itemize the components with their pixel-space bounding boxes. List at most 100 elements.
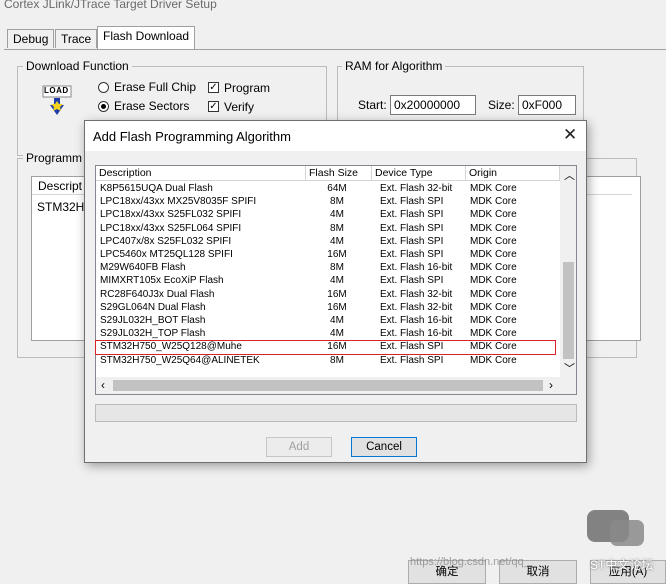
algorithm-row[interactable]: S29GL064N Dual Flash 16M Ext. Flash 32-bit… [96, 301, 560, 314]
row-size: 4M [330, 209, 344, 221]
add-button[interactable]: Add [266, 437, 332, 457]
scroll-right-icon[interactable]: › [549, 378, 553, 392]
column-flash-size[interactable]: Flash Size [306, 166, 372, 181]
row-origin: MDK Core [470, 209, 517, 221]
row-origin: MDK Core [470, 262, 517, 274]
progress-bar [95, 404, 577, 422]
erase-full-chip-label: Erase Full Chip [114, 80, 197, 94]
row-description: MIMXRT105x EcoXiP Flash [100, 275, 224, 287]
row-size: 8M [330, 262, 344, 274]
row-size: 16M [327, 288, 347, 300]
row-origin: MDK Core [470, 275, 517, 287]
tab-flash-download[interactable]: Flash Download [97, 26, 196, 50]
row-description: RC28F640J3x Dual Flash [100, 288, 215, 300]
algorithm-row[interactable]: S29JL032H_TOP Flash 4M Ext. Flash 16-bit MD… [96, 327, 560, 340]
ram-start-input[interactable]: 0x20000000 [390, 95, 476, 115]
row-type: Ext. Flash 32-bit [380, 288, 453, 300]
row-type: Ext. Flash SPI [380, 222, 444, 234]
row-description: STM32H750_W25Q64@ALINETEK [100, 354, 260, 366]
row-description: LPC18xx/43xx S25FL032 SPIFI [100, 209, 242, 221]
algorithm-row[interactable]: M29W640FB Flash 8M Ext. Flash 16-bit MDK Co… [96, 261, 560, 274]
ram-size-input[interactable]: 0xF000 [518, 95, 576, 115]
programming-algorithm-title: Programm [23, 151, 86, 165]
algorithm-row[interactable]: LPC407x/8x S25FL032 SPIFI 4M Ext. Flash SP… [96, 235, 560, 248]
algorithm-row[interactable]: LPC18xx/43xx S25FL032 SPIFI 4M Ext. Flash … [96, 208, 560, 221]
row-description: LPC5460x MT25QL128 SPIFI [100, 249, 233, 260]
algorithm-list[interactable]: Description Flash Size Device Type Origi… [95, 165, 577, 395]
horizontal-scroll-thumb[interactable] [113, 380, 543, 391]
row-size: 4M [330, 315, 344, 326]
horizontal-scrollbar[interactable]: ‹ › [96, 377, 576, 394]
algorithm-row[interactable]: LPC5460x MT25QL128 SPIFI 16M Ext. Flash SP… [96, 248, 560, 261]
program-checkbox[interactable]: ✓ [208, 82, 219, 93]
row-origin: MDK Core [470, 196, 517, 208]
verify-checkbox[interactable]: ✓ [208, 101, 219, 112]
verify-label: Verify [224, 100, 255, 114]
row-type: Ext. Flash SPI [380, 249, 444, 260]
row-type: Ext. Flash SPI [380, 196, 444, 208]
close-icon[interactable]: ✕ [563, 126, 577, 143]
vertical-scrollbar[interactable]: ︿ ﹀ [560, 166, 576, 377]
scroll-down-icon[interactable]: ﹀ [564, 360, 575, 376]
row-size: 16M [327, 249, 347, 260]
watermark-brand: ST中文论坛 [590, 558, 654, 572]
row-type: Ext. Flash SPI [380, 209, 444, 221]
tab-divider [4, 49, 666, 50]
row-origin: MDK Core [470, 315, 517, 326]
tab-trace[interactable]: Trace [55, 29, 98, 48]
row-description: S29JL032H_TOP Flash [100, 328, 206, 340]
row-size: 8M [330, 196, 344, 208]
cancel-button[interactable]: Cancel [351, 437, 417, 457]
tab-debug[interactable]: Debug [7, 29, 55, 48]
row-type: Ext. Flash 16-bit [380, 328, 453, 340]
row-description: S29GL064N Dual Flash [100, 301, 206, 313]
row-size: 8M [330, 354, 344, 366]
download-function-title: Download Function [23, 59, 132, 73]
column-origin[interactable]: Origin [466, 166, 560, 181]
row-type: Ext. Flash SPI [380, 235, 444, 247]
row-origin: MDK Core [470, 183, 517, 194]
row-size: 64M [327, 183, 347, 194]
row-origin: MDK Core [470, 249, 517, 260]
ram-size-label: Size: [488, 98, 515, 112]
row-origin: MDK Core [470, 301, 517, 313]
ram-start-label: Start: [358, 98, 387, 112]
algorithm-row[interactable]: S29JL032H_BOT Flash 4M Ext. Flash 16-bit MD… [96, 314, 560, 327]
row-description: K8P5615UQA Dual Flash [100, 183, 213, 194]
dialog-title: Add Flash Programming Algorithm [93, 129, 291, 144]
row-description: S29JL032H_BOT Flash [100, 315, 206, 326]
algorithm-first-row[interactable]: STM32H [37, 200, 84, 214]
erase-sectors-label: Erase Sectors [114, 99, 190, 113]
row-size: 8M [330, 222, 344, 234]
vertical-scroll-thumb[interactable] [563, 262, 574, 359]
algorithm-row[interactable]: STM32H750_W25Q64@ALINETEK 8M Ext. Flash SP… [96, 354, 560, 367]
add-flash-algorithm-dialog: Add Flash Programming Algorithm ✕ Descri… [84, 120, 587, 463]
algorithm-row[interactable]: RC28F640J3x Dual Flash 16M Ext. Flash 32-b… [96, 288, 560, 301]
row-origin: MDK Core [470, 222, 517, 234]
row-description: M29W640FB Flash [100, 262, 186, 274]
algorithm-row[interactable]: K8P5615UQA Dual Flash 64M Ext. Flash 32-bi… [96, 182, 560, 195]
scroll-left-icon[interactable]: ‹ [101, 378, 105, 392]
row-size: 4M [330, 235, 344, 247]
program-label: Program [224, 81, 271, 95]
load-icon-label: LOAD [44, 86, 69, 95]
row-description: LPC18xx/43xx MX25V8035F SPIFI [100, 196, 257, 208]
row-size: 4M [330, 275, 344, 287]
scroll-up-icon[interactable]: ︿ [564, 167, 575, 183]
row-origin: MDK Core [470, 288, 517, 300]
column-description[interactable]: Description [96, 166, 306, 181]
row-origin: MDK Core [470, 328, 517, 340]
row-type: Ext. Flash 32-bit [380, 301, 453, 313]
column-device-type[interactable]: Device Type [372, 166, 466, 181]
erase-sectors-radio[interactable] [98, 101, 109, 112]
row-origin: MDK Core [470, 354, 517, 366]
chat-bubble-icon-secondary [610, 520, 644, 546]
erase-full-chip-radio[interactable] [98, 82, 109, 93]
selected-row-highlight [95, 340, 556, 355]
algorithm-row[interactable]: MIMXRT105x EcoXiP Flash 4M Ext. Flash SPI M… [96, 274, 560, 287]
row-type: Ext. Flash 32-bit [380, 183, 453, 194]
ram-title: RAM for Algorithm [342, 59, 446, 73]
algorithm-row[interactable]: LPC18xx/43xx MX25V8035F SPIFI 8M Ext. Flas… [96, 195, 560, 208]
row-size: 16M [327, 301, 347, 313]
algorithm-row[interactable]: LPC18xx/43xx S25FL064 SPIFI 8M Ext. Flash … [96, 222, 560, 235]
